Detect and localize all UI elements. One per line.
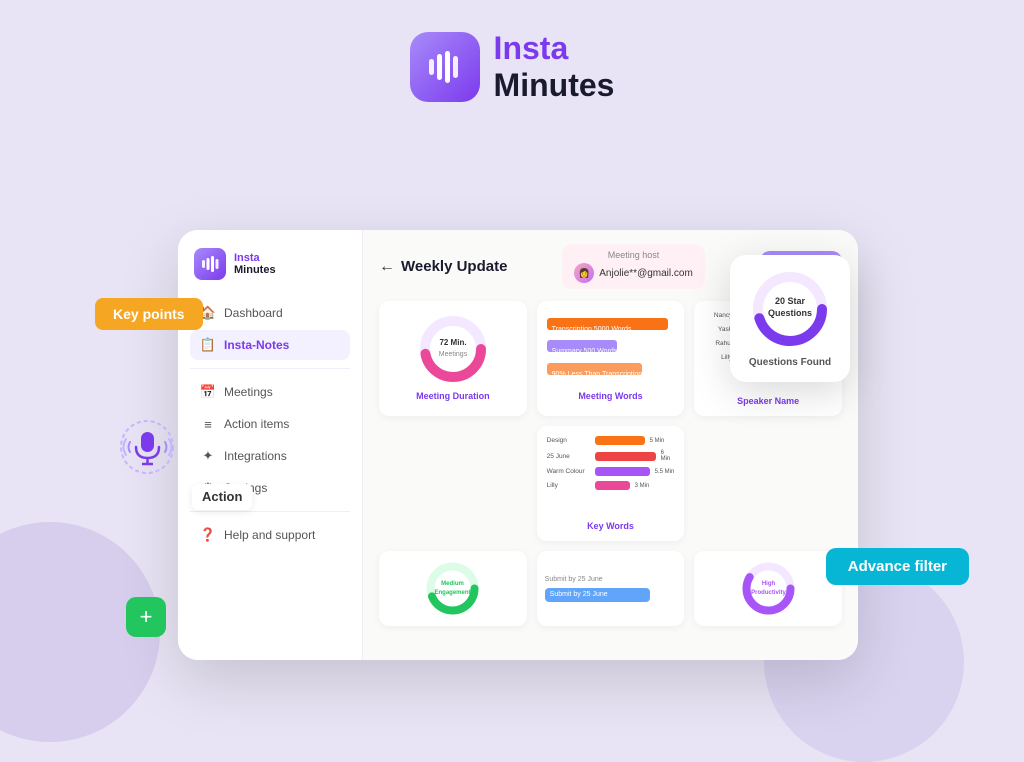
top-logo-area: Insta Minutes [0,0,1024,104]
notes-icon: 📋 [200,337,216,353]
key-points-badge: Key points [95,298,203,330]
kw-row-design: Design 5 Min [547,436,675,445]
sidebar-logo-icon [194,248,226,280]
kw-row-warm: Warm Colour 5.5 Min [547,467,675,476]
sidebar-item-dashboard[interactable]: 🏠 Dashboard [190,298,350,328]
submit-label: Submit by 25 June [545,576,603,583]
nav-divider [190,368,350,369]
help-icon: ❓ [200,527,216,543]
meeting-host-info: 👩 Anjolie**@gmail.com [574,263,693,283]
meeting-duration-title: Meeting Duration [389,391,517,401]
mic-icon [120,420,175,480]
logo-minutes: Minutes [494,67,615,104]
kw-bars: Design 5 Min 25 June 6 Min Warm Colour 5… [547,436,675,516]
logo-insta: Insta [494,30,615,67]
svg-text:Questions: Questions [768,308,812,318]
advance-filter-badge[interactable]: Advance filter [826,548,969,585]
page-title: Weekly Update [401,258,507,275]
logo-icon [410,32,480,102]
word-bar-2: Summary 500 Words [547,340,617,352]
integration-icon: ✦ [200,448,216,464]
back-arrow-icon[interactable]: ← [379,258,395,276]
meeting-words-title: Meeting Words [547,391,675,401]
charts-row-2: Design 5 Min 25 June 6 Min Warm Colour 5… [379,426,842,541]
questions-found-card: 20 Star Questions Questions Found [730,255,850,382]
plus-button[interactable]: + [126,597,166,637]
sidebar-logo: Insta Minutes [190,248,350,280]
meeting-duration-donut: 72 Min. Meetings [389,311,517,386]
sidebar-item-insta-notes[interactable]: 📋 Insta-Notes [190,330,350,360]
svg-text:Productivity: Productivity [751,590,786,596]
word-bar-3: 90% Less Than Transcription [547,363,643,375]
action-text-container: Action [192,484,252,510]
questions-donut: 20 Star Questions [750,269,830,349]
kw-row-june: 25 June 6 Min [547,450,675,462]
engagement-card: Medium Engagement [379,551,527,626]
key-words-card: Design 5 Min 25 June 6 Min Warm Colour 5… [537,426,685,541]
svg-text:Meetings: Meetings [439,351,468,358]
host-email: Anjolie**@gmail.com [599,268,693,279]
sidebar-logo-text: Insta Minutes [234,252,276,276]
calendar-icon: 📅 [200,384,216,400]
sidebar: Insta Minutes 🏠 Dashboard 📋 Insta-Notes … [178,230,363,660]
charts-row-3: Medium Engagement Submit by 25 June Subm… [379,551,842,626]
productivity-card: High Productivity [694,551,842,626]
sidebar-item-meetings[interactable]: 📅 Meetings [190,377,350,407]
productivity-donut: High Productivity [741,561,796,616]
sidebar-item-help[interactable]: ❓ Help and support [190,520,350,550]
nav-divider-2 [190,511,350,512]
meeting-host-label: Meeting host [608,250,660,260]
svg-text:Engagement: Engagement [435,590,471,596]
engagement-donut: Medium Engagement [425,561,480,616]
sidebar-item-action-items[interactable]: ≡ Action items [190,409,350,439]
svg-text:20 Star: 20 Star [775,296,806,306]
word-bar-1: Transcription 5000 Words [547,318,668,330]
meeting-duration-card: 72 Min. Meetings Meeting Duration [379,301,527,416]
list-icon: ≡ [200,416,216,432]
svg-text:Medium: Medium [441,581,464,587]
avatar: 👩 [574,263,594,283]
submit-card: Submit by 25 June Submit by 25 June [537,551,685,626]
sidebar-item-integrations[interactable]: ✦ Integrations [190,441,350,471]
kw-row-lilly: Lilly 3 Min [547,481,675,490]
action-text: Action [202,489,242,504]
speaker-name-title: Speaker Name [704,396,832,406]
meeting-words-card: Transcription 5000 Words Summary 500 Wor… [537,301,685,416]
svg-text:High: High [761,581,775,587]
key-words-title: Key Words [547,521,675,531]
back-title: ← Weekly Update [379,258,507,276]
questions-found-title: Questions Found [749,357,831,368]
svg-text:72 Min.: 72 Min. [439,338,466,347]
submit-bar: Submit by 25 June [545,588,650,602]
logo-text: Insta Minutes [494,30,615,104]
meeting-words-bars: Transcription 5000 Words Summary 500 Wor… [547,311,675,386]
meeting-host-box: Meeting host 👩 Anjolie**@gmail.com [562,244,705,289]
